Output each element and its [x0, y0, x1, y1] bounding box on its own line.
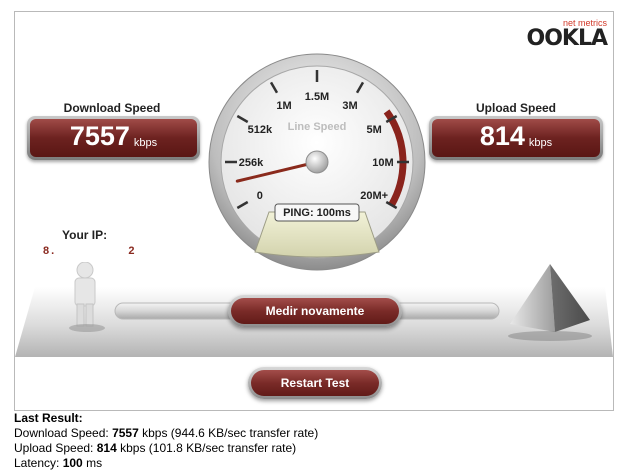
download-result-detail: kbps (944.6 KB/sec transfer rate): [138, 426, 319, 440]
last-result-section: Last Result: Download Speed: 7557 kbps (…: [14, 411, 318, 471]
needle-hub: [305, 150, 329, 174]
gauge-tick-label: 1M: [276, 100, 291, 112]
upload-speed-unit: kbps: [528, 137, 553, 149]
restart-test-button[interactable]: Restart Test: [248, 367, 382, 399]
ip-address-end: 2: [128, 245, 137, 257]
download-speed-value: 7557: [69, 121, 130, 151]
logo-wordmark: OOKLA: [526, 26, 608, 51]
download-result-value: 7557: [112, 426, 139, 440]
last-result-title: Last Result:: [14, 411, 83, 425]
gauge-tick-label: 1.5M: [305, 91, 329, 103]
latency-result-value: 100: [62, 456, 83, 470]
upload-result-label: Upload Speed:: [14, 441, 97, 455]
ip-address-value: 8. 2: [43, 245, 143, 257]
gauge-tick-label: 20M+: [360, 190, 388, 202]
speed-gauge: 0 256k 512k1M 1.5M 3M 5M 10M 20M+ Line Speed PI…: [208, 53, 426, 271]
last-result-latency: Latency: 100 ms: [14, 456, 318, 471]
upload-speed-readout: 814 kbps: [429, 116, 603, 160]
download-speed-label: Download Speed: [63, 101, 161, 115]
download-speed-readout: 7557 kbps: [27, 116, 200, 160]
ip-address-start: 8.: [43, 245, 57, 257]
gauge-tick-label: 10M: [372, 157, 393, 169]
download-result-label: Download Speed:: [14, 426, 113, 440]
retest-button[interactable]: Medir novamente: [228, 295, 402, 327]
upload-speed-label: Upload Speed: [475, 101, 556, 115]
ookla-logo: net metrics OOKLA: [526, 18, 608, 51]
gauge-tick-label: 256k: [239, 157, 264, 169]
upload-speed-value: 814: [479, 121, 525, 151]
latency-result-detail: ms: [82, 456, 103, 470]
gauge-tick-label: 0: [257, 190, 263, 202]
ping-value: PING: 100ms: [283, 207, 351, 219]
retest-button-label: Medir novamente: [231, 298, 399, 324]
gauge-tick-label: 512k: [248, 124, 273, 136]
upload-result-value: 814: [96, 441, 117, 455]
upload-result-detail: kbps (101.8 KB/sec transfer rate): [116, 441, 297, 455]
speedtest-panel: net metrics OOKLA Download Speed 7557 kb…: [14, 11, 614, 411]
last-result-download: Download Speed: 7557 kbps (944.6 KB/sec …: [14, 426, 318, 441]
gauge-tick-label: 3M: [342, 100, 357, 112]
download-speed-unit: kbps: [133, 137, 158, 149]
latency-result-label: Latency:: [14, 456, 63, 470]
gauge-title: Line Speed: [288, 121, 347, 133]
your-ip-label: Your IP:: [62, 228, 108, 242]
restart-test-button-label: Restart Test: [251, 370, 379, 396]
gauge-tick-label: 5M: [367, 124, 382, 136]
last-result-upload: Upload Speed: 814 kbps (101.8 KB/sec tra…: [14, 441, 318, 456]
